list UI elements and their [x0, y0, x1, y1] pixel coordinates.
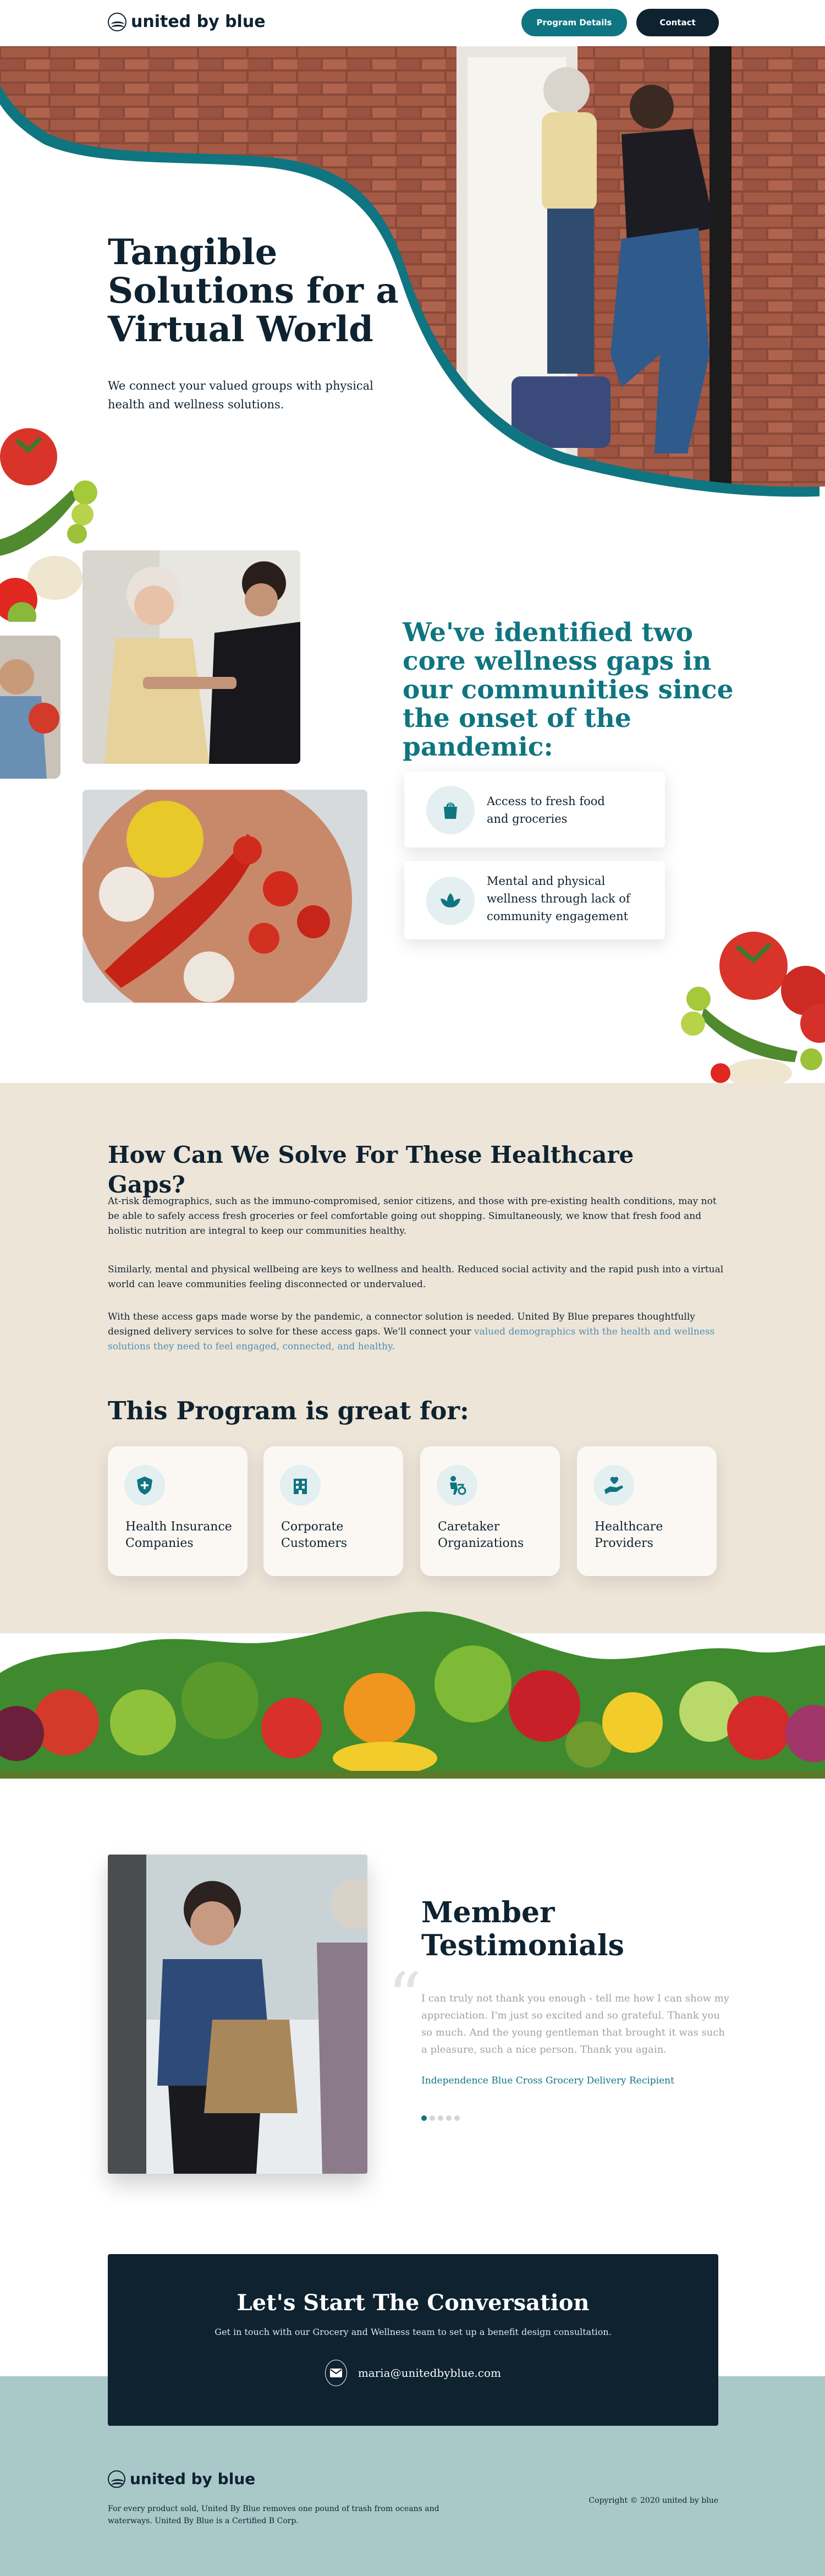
program-card-healthcare: Healthcare Providers [577, 1446, 717, 1576]
pagination-dot[interactable] [446, 2115, 452, 2121]
hand-heart-icon [593, 1465, 634, 1506]
cta-heading: Let's Start The Conversation [237, 2290, 590, 2316]
hero-subtitle: We connect your valued groups with physi… [108, 379, 373, 411]
footer-copyright: Copyright © 2020 united by blue [588, 2496, 718, 2505]
pagination-dot[interactable] [430, 2115, 435, 2121]
gap-card-food: Access to fresh food and groceries [404, 772, 665, 847]
footer-blurb: For every product sold, United By Blue r… [108, 2504, 439, 2525]
program-details-button[interactable]: Program Details [521, 9, 627, 36]
produce-in-bag-photo [82, 790, 367, 1003]
program-card-label: Caretaker Organizations [438, 1520, 524, 1550]
wave-logo-icon [108, 12, 127, 31]
wave-logo-icon [108, 2470, 125, 2488]
program-card-corporate: Corporate Customers [263, 1446, 403, 1576]
building-icon [280, 1465, 321, 1506]
quote-mark-icon: “ [388, 1959, 422, 2036]
contact-button[interactable]: Contact [636, 9, 719, 36]
program-card-label: Health Insurance Companies [125, 1520, 232, 1550]
pagination-dot-active[interactable] [421, 2115, 427, 2121]
testimonial-pagination [421, 2113, 463, 2123]
site-header: united by blue Program Details Contact [0, 0, 825, 46]
program-card-label: Corporate Customers [281, 1520, 348, 1550]
testimonials-heading: Member Testimonials [421, 1896, 624, 1962]
woman-with-produce-photo [0, 636, 61, 779]
grocery-bag-icon [426, 786, 475, 834]
vegetable-garnish-right [681, 932, 825, 1084]
pagination-dot[interactable] [438, 2115, 443, 2121]
gap-label-wellness: Mental and physical wellness through lac… [487, 874, 630, 923]
envelope-icon [325, 2360, 347, 2386]
shield-plus-icon [124, 1465, 165, 1506]
solve-paragraph-2: Similarly, mental and physical wellbeing… [108, 1264, 724, 1290]
cta-email: maria@unitedbyblue.com [358, 2366, 501, 2380]
solve-paragraph-1: At-risk demographics, such as the immuno… [108, 1196, 717, 1237]
testimonial-delivery-photo [108, 1855, 367, 2174]
hero-section: Tangible Solutions for a Virtual World W… [0, 46, 825, 497]
gap-card-wellness: Mental and physical wellness through lac… [404, 861, 665, 939]
brand-logo[interactable]: united by blue [108, 12, 266, 31]
program-heading: This Program is great for: [108, 1396, 469, 1425]
pagination-dot[interactable] [454, 2115, 460, 2121]
program-card-label: Healthcare Providers [595, 1520, 663, 1550]
program-card-health-insurance: Health Insurance Companies [108, 1446, 248, 1576]
delivery-handoff-photo [82, 550, 300, 764]
brand-name: united by blue [131, 12, 266, 31]
gaps-heading: We've identified two core wellness gaps … [403, 617, 734, 762]
program-card-caretaker: Caretaker Organizations [420, 1446, 560, 1576]
footer-brand-name: united by blue [130, 2470, 256, 2488]
cta-email-link[interactable]: maria@unitedbyblue.com [325, 2358, 501, 2388]
solve-paragraph-3: With these access gaps made worse by the… [108, 1310, 724, 1354]
caretaker-icon [437, 1465, 477, 1506]
cta-subtext: Get in touch with our Grocery and Wellne… [215, 2327, 612, 2337]
testimonial-quote: I can truly not thank you enough - tell … [421, 1993, 729, 2055]
gap-label-food: Access to fresh food and groceries [487, 795, 605, 825]
fruit-vegetable-banner [0, 1611, 825, 1779]
cta-panel: Let's Start The Conversation Get in touc… [108, 2254, 718, 2426]
hero-title: Tangible Solutions for a Virtual World [108, 232, 399, 350]
lotus-icon [426, 877, 475, 925]
testimonial-attribution: Independence Blue Cross Grocery Delivery… [421, 2075, 674, 2086]
footer-logo[interactable]: united by blue [108, 2470, 255, 2488]
solve-heading: How Can We Solve For These Healthcare Ga… [108, 1141, 634, 1198]
